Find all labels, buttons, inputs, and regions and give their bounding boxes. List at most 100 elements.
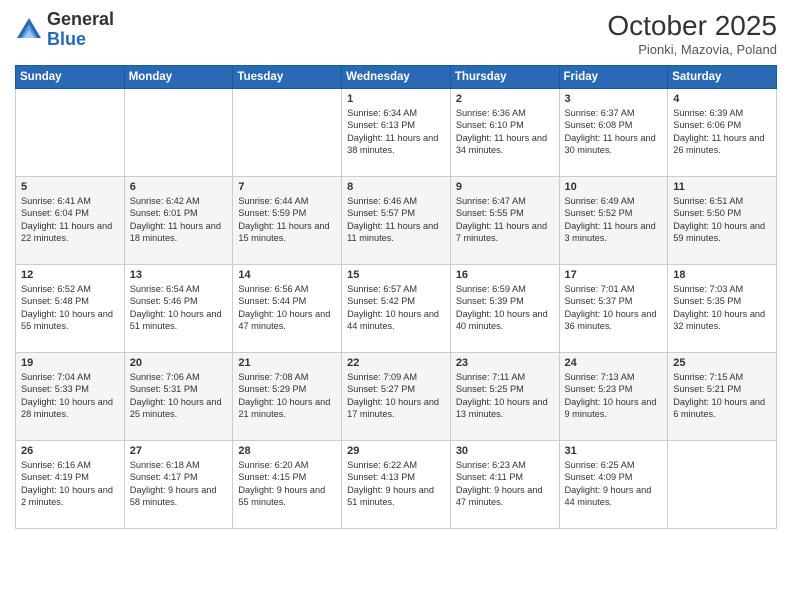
day-cell: 20 Sunrise: 7:06 AM Sunset: 5:31 PM Dayli… xyxy=(124,353,233,441)
header: General Blue October 2025 Pionki, Mazovi… xyxy=(15,10,777,57)
day-cell: 24 Sunrise: 7:13 AM Sunset: 5:23 PM Dayli… xyxy=(559,353,668,441)
day-info: Sunrise: 7:01 AM Sunset: 5:37 PM Dayligh… xyxy=(565,283,663,333)
day-info: Sunrise: 6:20 AM Sunset: 4:15 PM Dayligh… xyxy=(238,459,336,509)
day-info: Sunrise: 6:59 AM Sunset: 5:39 PM Dayligh… xyxy=(456,283,554,333)
day-info: Sunrise: 6:36 AM Sunset: 6:10 PM Dayligh… xyxy=(456,107,554,157)
day-number: 4 xyxy=(673,93,771,105)
day-info: Sunrise: 7:13 AM Sunset: 5:23 PM Dayligh… xyxy=(565,371,663,421)
day-cell: 8 Sunrise: 6:46 AM Sunset: 5:57 PM Daylig… xyxy=(342,177,451,265)
day-number: 27 xyxy=(130,445,228,457)
day-cell: 27 Sunrise: 6:18 AM Sunset: 4:17 PM Dayli… xyxy=(124,441,233,529)
day-info: Sunrise: 6:34 AM Sunset: 6:13 PM Dayligh… xyxy=(347,107,445,157)
day-cell: 18 Sunrise: 7:03 AM Sunset: 5:35 PM Dayli… xyxy=(668,265,777,353)
day-info: Sunrise: 6:51 AM Sunset: 5:50 PM Dayligh… xyxy=(673,195,771,245)
day-cell: 4 Sunrise: 6:39 AM Sunset: 6:06 PM Daylig… xyxy=(668,89,777,177)
day-info: Sunrise: 7:04 AM Sunset: 5:33 PM Dayligh… xyxy=(21,371,119,421)
day-cell xyxy=(16,89,125,177)
day-cell: 28 Sunrise: 6:20 AM Sunset: 4:15 PM Dayli… xyxy=(233,441,342,529)
day-info: Sunrise: 6:46 AM Sunset: 5:57 PM Dayligh… xyxy=(347,195,445,245)
day-number: 13 xyxy=(130,269,228,281)
col-monday: Monday xyxy=(124,66,233,89)
day-info: Sunrise: 6:23 AM Sunset: 4:11 PM Dayligh… xyxy=(456,459,554,509)
day-info: Sunrise: 6:18 AM Sunset: 4:17 PM Dayligh… xyxy=(130,459,228,509)
day-number: 21 xyxy=(238,357,336,369)
day-number: 24 xyxy=(565,357,663,369)
day-cell: 11 Sunrise: 6:51 AM Sunset: 5:50 PM Dayli… xyxy=(668,177,777,265)
day-number: 19 xyxy=(21,357,119,369)
day-info: Sunrise: 6:54 AM Sunset: 5:46 PM Dayligh… xyxy=(130,283,228,333)
col-friday: Friday xyxy=(559,66,668,89)
day-number: 22 xyxy=(347,357,445,369)
logo-text: General Blue xyxy=(47,10,114,50)
day-cell: 10Sunrise: 6:49 AM Sunset: 5:52 PM Dayli… xyxy=(559,177,668,265)
col-thursday: Thursday xyxy=(450,66,559,89)
col-saturday: Saturday xyxy=(668,66,777,89)
day-number: 20 xyxy=(130,357,228,369)
day-info: Sunrise: 6:42 AM Sunset: 6:01 PM Dayligh… xyxy=(130,195,228,245)
day-number: 8 xyxy=(347,181,445,193)
day-number: 26 xyxy=(21,445,119,457)
day-number: 16 xyxy=(456,269,554,281)
day-info: Sunrise: 6:16 AM Sunset: 4:19 PM Dayligh… xyxy=(21,459,119,509)
logo-blue-text: Blue xyxy=(47,29,86,49)
col-tuesday: Tuesday xyxy=(233,66,342,89)
day-number: 28 xyxy=(238,445,336,457)
day-cell: 6Sunrise: 6:42 AM Sunset: 6:01 PM Daylig… xyxy=(124,177,233,265)
day-info: Sunrise: 7:08 AM Sunset: 5:29 PM Dayligh… xyxy=(238,371,336,421)
day-number: 3 xyxy=(565,93,663,105)
day-cell: 7Sunrise: 6:44 AM Sunset: 5:59 PM Daylig… xyxy=(233,177,342,265)
title-block: October 2025 Pionki, Mazovia, Poland xyxy=(607,10,777,57)
day-info: Sunrise: 7:11 AM Sunset: 5:25 PM Dayligh… xyxy=(456,371,554,421)
day-info: Sunrise: 7:15 AM Sunset: 5:21 PM Dayligh… xyxy=(673,371,771,421)
day-cell: 9Sunrise: 6:47 AM Sunset: 5:55 PM Daylig… xyxy=(450,177,559,265)
day-info: Sunrise: 6:47 AM Sunset: 5:55 PM Dayligh… xyxy=(456,195,554,245)
week-row-4: 26 Sunrise: 6:16 AM Sunset: 4:19 PM Dayli… xyxy=(16,441,777,529)
day-number: 17 xyxy=(565,269,663,281)
day-info: Sunrise: 6:39 AM Sunset: 6:06 PM Dayligh… xyxy=(673,107,771,157)
day-cell: 5 Sunrise: 6:41 AM Sunset: 6:04 PM Daylig… xyxy=(16,177,125,265)
day-cell: 2 Sunrise: 6:36 AM Sunset: 6:10 PM Daylig… xyxy=(450,89,559,177)
day-info: Sunrise: 6:25 AM Sunset: 4:09 PM Dayligh… xyxy=(565,459,663,509)
day-cell: 15 Sunrise: 6:57 AM Sunset: 5:42 PM Dayli… xyxy=(342,265,451,353)
day-info: Sunrise: 7:03 AM Sunset: 5:35 PM Dayligh… xyxy=(673,283,771,333)
day-cell xyxy=(668,441,777,529)
calendar-body: 1Sunrise: 6:34 AM Sunset: 6:13 PM Daylig… xyxy=(16,89,777,529)
col-wednesday: Wednesday xyxy=(342,66,451,89)
day-cell: 21 Sunrise: 7:08 AM Sunset: 5:29 PM Dayli… xyxy=(233,353,342,441)
day-info: Sunrise: 7:06 AM Sunset: 5:31 PM Dayligh… xyxy=(130,371,228,421)
day-cell: 19 Sunrise: 7:04 AM Sunset: 5:33 PM Dayli… xyxy=(16,353,125,441)
day-number: 10 xyxy=(565,181,663,193)
day-number: 23 xyxy=(456,357,554,369)
subtitle: Pionki, Mazovia, Poland xyxy=(607,42,777,57)
page-container: General Blue October 2025 Pionki, Mazovi… xyxy=(0,0,792,539)
day-number: 2 xyxy=(456,93,554,105)
col-sunday: Sunday xyxy=(16,66,125,89)
day-cell: 13 Sunrise: 6:54 AM Sunset: 5:46 PM Dayli… xyxy=(124,265,233,353)
day-number: 7 xyxy=(238,181,336,193)
day-cell: 31 Sunrise: 6:25 AM Sunset: 4:09 PM Dayli… xyxy=(559,441,668,529)
day-info: Sunrise: 6:56 AM Sunset: 5:44 PM Dayligh… xyxy=(238,283,336,333)
calendar-header: Sunday Monday Tuesday Wednesday Thursday… xyxy=(16,66,777,89)
day-cell: 29Sunrise: 6:22 AM Sunset: 4:13 PM Dayli… xyxy=(342,441,451,529)
day-number: 30 xyxy=(456,445,554,457)
day-info: Sunrise: 6:41 AM Sunset: 6:04 PM Dayligh… xyxy=(21,195,119,245)
day-info: Sunrise: 6:57 AM Sunset: 5:42 PM Dayligh… xyxy=(347,283,445,333)
day-number: 25 xyxy=(673,357,771,369)
day-cell: 3 Sunrise: 6:37 AM Sunset: 6:08 PM Daylig… xyxy=(559,89,668,177)
day-number: 5 xyxy=(21,181,119,193)
day-cell: 22Sunrise: 7:09 AM Sunset: 5:27 PM Dayli… xyxy=(342,353,451,441)
day-cell xyxy=(233,89,342,177)
day-number: 11 xyxy=(673,181,771,193)
logo: General Blue xyxy=(15,10,114,50)
day-cell: 1Sunrise: 6:34 AM Sunset: 6:13 PM Daylig… xyxy=(342,89,451,177)
week-row-1: 5 Sunrise: 6:41 AM Sunset: 6:04 PM Daylig… xyxy=(16,177,777,265)
day-number: 31 xyxy=(565,445,663,457)
day-info: Sunrise: 6:37 AM Sunset: 6:08 PM Dayligh… xyxy=(565,107,663,157)
day-info: Sunrise: 6:52 AM Sunset: 5:48 PM Dayligh… xyxy=(21,283,119,333)
month-title: October 2025 xyxy=(607,10,777,42)
day-number: 15 xyxy=(347,269,445,281)
day-number: 18 xyxy=(673,269,771,281)
day-cell: 30 Sunrise: 6:23 AM Sunset: 4:11 PM Dayli… xyxy=(450,441,559,529)
day-cell xyxy=(124,89,233,177)
logo-general-text: General xyxy=(47,9,114,29)
